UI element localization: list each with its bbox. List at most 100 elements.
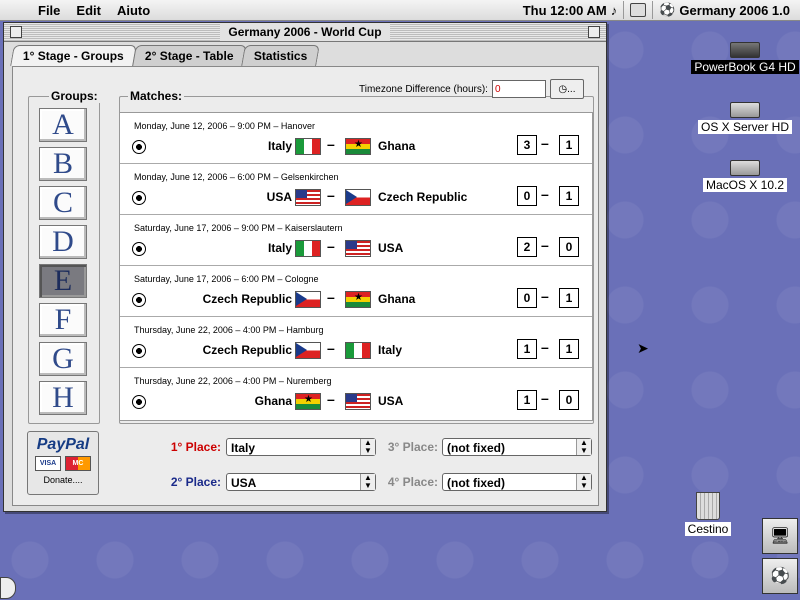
- home-team: Italy: [267, 139, 292, 153]
- drive-label: PowerBook G4 HD: [691, 60, 799, 74]
- football-icon: [132, 242, 146, 256]
- match-row[interactable]: Thursday, June 22, 2006 – 4:00 PM – Hamb…: [120, 317, 592, 368]
- home-score-field[interactable]: 1: [517, 390, 537, 410]
- close-box-icon[interactable]: [10, 26, 22, 38]
- third-place-select[interactable]: (not fixed) ▲ ▼: [442, 438, 592, 456]
- desktop-drive-macos[interactable]: MacOS X 10.2: [690, 160, 800, 192]
- football-icon: [132, 140, 146, 154]
- flag-italy-icon: [345, 342, 371, 359]
- away-score-field[interactable]: 1: [559, 288, 579, 308]
- second-place-select[interactable]: USA ▲ ▼: [226, 473, 376, 491]
- hard-drive-icon: [730, 102, 760, 118]
- football-icon: [132, 395, 146, 409]
- match-row[interactable]: Monday, June 12, 2006 – 6:00 PM – Gelsen…: [120, 164, 592, 215]
- group-g-button[interactable]: G: [39, 342, 87, 376]
- away-score-field[interactable]: 0: [559, 237, 579, 257]
- desktop-trash[interactable]: Cestino: [678, 492, 738, 536]
- desktop-drive-powerbook[interactable]: PowerBook G4 HD: [690, 42, 800, 74]
- timezone-input[interactable]: [491, 80, 546, 98]
- groups-box: Groups: A B C D E F G H: [28, 89, 100, 424]
- group-h-button[interactable]: H: [39, 381, 87, 415]
- first-place-select[interactable]: Italy ▲ ▼: [226, 438, 376, 456]
- updown-arrow-icon: ▲ ▼: [576, 474, 591, 490]
- updown-arrow-icon: ▲ ▼: [360, 439, 375, 455]
- app-icon: ⚽: [659, 2, 676, 17]
- visa-icon: VISA: [35, 456, 61, 471]
- second-place-value: USA: [231, 476, 257, 490]
- match-row[interactable]: Saturday, June 17, 2006 – 6:00 PM – Colo…: [120, 266, 592, 317]
- drive-label: MacOS X 10.2: [702, 178, 788, 192]
- zoom-box-icon[interactable]: [588, 26, 600, 38]
- home-score-field[interactable]: 1: [517, 339, 537, 359]
- donate-label: Donate....: [43, 475, 83, 485]
- clock[interactable]: Thu 12:00 AM: [519, 3, 611, 18]
- group-e-button[interactable]: E: [39, 264, 87, 298]
- app-tile-icon[interactable]: ⚽: [762, 558, 798, 594]
- hard-drive-icon: [730, 160, 760, 176]
- group-f-button[interactable]: F: [39, 303, 87, 337]
- tab-statistics[interactable]: Statistics: [241, 45, 321, 66]
- fourth-place-select[interactable]: (not fixed) ▲ ▼: [442, 473, 592, 491]
- away-team: USA: [378, 241, 404, 255]
- menu-file[interactable]: File: [30, 3, 68, 18]
- desktop-drive-osx-server[interactable]: OS X Server HD: [690, 102, 800, 134]
- home-score-field[interactable]: 3: [517, 135, 537, 155]
- menubar: File Edit Aiuto Thu 12:00 AM ♪ ⚽ Germany…: [0, 0, 800, 21]
- tab-second-stage-table[interactable]: 2° Stage - Table: [131, 45, 247, 66]
- second-place-label: 2° Place:: [170, 475, 221, 489]
- flag-italy-icon: [295, 138, 321, 155]
- titlebar[interactable]: Germany 2006 - World Cup: [4, 23, 606, 42]
- match-info: Saturday, June 17, 2006 – 6:00 PM – Colo…: [134, 274, 319, 284]
- flag-czech-icon: [295, 291, 321, 308]
- away-score-field[interactable]: 1: [559, 186, 579, 206]
- tab-first-stage-groups[interactable]: 1° Stage - Groups: [10, 45, 137, 66]
- group-c-button[interactable]: C: [39, 186, 87, 220]
- timezone-button[interactable]: ◷ ...: [549, 79, 584, 99]
- third-place-label: 3° Place:: [387, 440, 438, 454]
- finder-tile-icon[interactable]: 🖥: [762, 518, 798, 554]
- flag-czech-icon: [345, 189, 371, 206]
- flag-czech-icon: [295, 342, 321, 359]
- timezone-control: Timezone Difference (hours): ◷ ...: [359, 79, 584, 99]
- match-list: Monday, June 12, 2006 – 9:00 PM – Hanove…: [119, 112, 593, 421]
- audio-icon[interactable]: ♪: [611, 3, 618, 18]
- mastercard-icon: MC: [65, 456, 91, 471]
- tab-bar: 1° Stage - Groups 2° Stage - Table Stati…: [10, 45, 321, 66]
- home-team: Italy: [267, 241, 292, 255]
- flag-usa-icon: [295, 189, 321, 206]
- menu-edit[interactable]: Edit: [68, 3, 109, 18]
- football-icon: [132, 344, 146, 358]
- flag-ghana-icon: [295, 393, 321, 410]
- first-place-value: Italy: [231, 441, 256, 455]
- paypal-donate-button[interactable]: PayPal VISA MC Donate....: [27, 431, 99, 495]
- window-title: Germany 2006 - World Cup: [220, 23, 390, 41]
- match-row[interactable]: Monday, June 12, 2006 – 9:00 PM – Hanove…: [120, 113, 592, 164]
- match-row[interactable]: Thursday, June 22, 2006 – 4:00 PM – Nure…: [120, 368, 592, 418]
- hard-drive-icon: [730, 42, 760, 58]
- home-score-field[interactable]: 0: [517, 186, 537, 206]
- trash-icon: [696, 492, 720, 520]
- away-score-field[interactable]: 1: [559, 135, 579, 155]
- away-score-field[interactable]: 0: [559, 390, 579, 410]
- away-team: Italy: [378, 343, 403, 357]
- flag-italy-icon: [295, 240, 321, 257]
- group-a-button[interactable]: A: [39, 108, 87, 142]
- home-score-field[interactable]: 2: [517, 237, 537, 257]
- flag-ghana-icon: [345, 138, 371, 155]
- updown-arrow-icon: ▲ ▼: [360, 474, 375, 490]
- away-score-field[interactable]: 1: [559, 339, 579, 359]
- football-icon: [132, 191, 146, 205]
- matches-label: Matches:: [128, 89, 185, 103]
- group-d-button[interactable]: D: [39, 225, 87, 259]
- home-score-field[interactable]: 0: [517, 288, 537, 308]
- home-team: Ghana: [254, 394, 292, 408]
- group-b-button[interactable]: B: [39, 147, 87, 181]
- app-name: Germany 2006 1.0: [679, 2, 790, 18]
- printer-icon[interactable]: [630, 3, 647, 17]
- menu-help[interactable]: Aiuto: [109, 3, 158, 18]
- main-window: Germany 2006 - World Cup 1° Stage - Grou…: [3, 22, 607, 512]
- match-row[interactable]: Saturday, June 17, 2006 – 9:00 PM – Kais…: [120, 215, 592, 266]
- application-menu[interactable]: ⚽ Germany 2006 1.0: [659, 2, 800, 18]
- away-team: USA: [378, 394, 404, 408]
- fourth-place-label: 4° Place:: [387, 475, 438, 489]
